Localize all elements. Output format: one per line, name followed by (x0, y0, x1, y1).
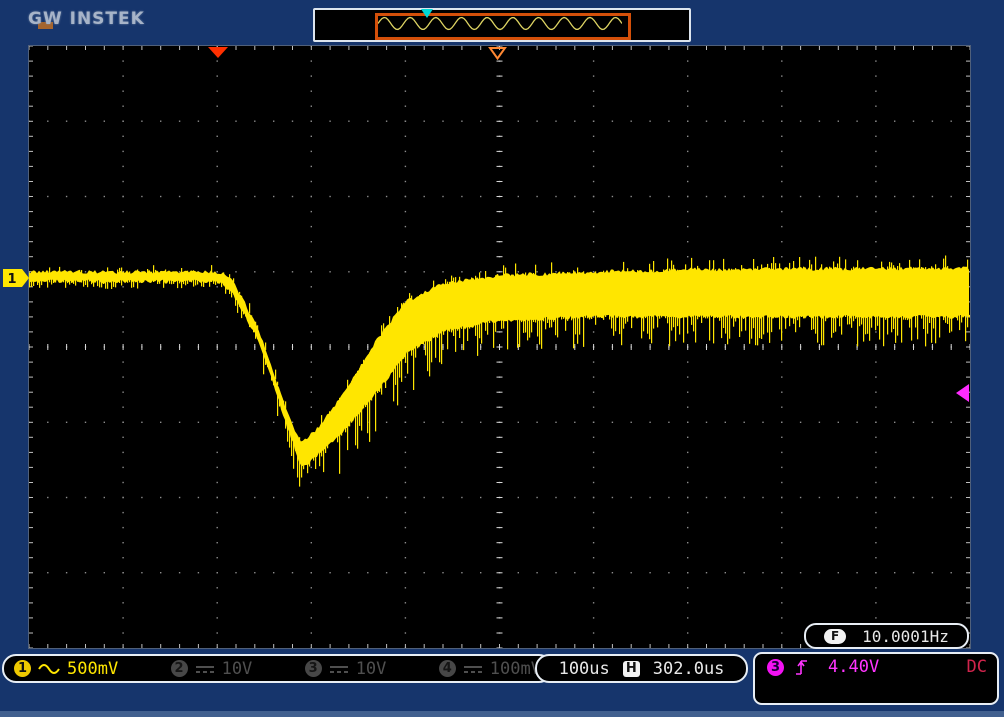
frequency-readout: F 10.0001Hz (804, 623, 969, 649)
memory-position-marker-icon (208, 47, 229, 59)
trigger-level-marker-icon (955, 383, 970, 403)
channel-2-scale: 10V (222, 659, 253, 679)
svg-text:1: 1 (7, 272, 16, 287)
zoom-window-outline (375, 13, 631, 40)
expansion-point-marker-icon (488, 47, 507, 60)
trigger-source-badge: 3 (767, 659, 784, 676)
channel-4-badge: 4 (439, 660, 456, 677)
channel-1-scale: 500mV (67, 659, 118, 679)
brand-logo: GW INSTEK (28, 9, 145, 29)
waveform-display (29, 46, 970, 648)
trigger-level-value: 4.40V (828, 657, 879, 677)
preview-waveform (378, 16, 622, 31)
trigger-readout: 3 4.40V DC (753, 652, 999, 705)
channel-1-badge: 1 (14, 660, 31, 677)
preview-trigger-marker-icon (421, 9, 433, 18)
trigger-coupling: DC (967, 657, 987, 677)
channel-1-status: 1 500mV (14, 659, 118, 679)
frequency-icon: F (824, 629, 846, 644)
acquisition-preview-bar (313, 8, 691, 42)
dc-coupling-icon (329, 663, 349, 675)
timebase-delay: 302.0us (653, 659, 725, 679)
oscilloscope-screen: GW INSTEK 1 F 10.0001Hz 1 (0, 0, 1004, 717)
channel-2-status: 2 10V (171, 659, 253, 679)
channel-status-bar: 1 500mV 2 10V 3 10V 4 (2, 654, 553, 683)
timebase-readout: 100us H 302.0us (535, 654, 748, 683)
channel1-position-marker-icon: 1 (3, 269, 30, 288)
channel-3-status: 3 10V (305, 659, 387, 679)
channel-4-status: 4 100mV (439, 659, 541, 679)
graticule-and-trace (29, 46, 970, 648)
ac-coupling-icon (38, 663, 60, 675)
bottom-strip (0, 711, 1004, 717)
channel-2-badge: 2 (171, 660, 188, 677)
channel-3-badge: 3 (305, 660, 322, 677)
dc-coupling-icon (463, 663, 483, 675)
timebase-scale: 100us (559, 659, 610, 679)
channel-4-scale: 100mV (490, 659, 541, 679)
trigger-row: 3 4.40V DC (767, 657, 987, 677)
frequency-value: 10.0001Hz (862, 627, 949, 646)
dc-coupling-icon (195, 663, 215, 675)
channel-3-scale: 10V (356, 659, 387, 679)
rising-edge-trigger-icon (794, 658, 810, 677)
horizontal-icon: H (623, 661, 640, 677)
